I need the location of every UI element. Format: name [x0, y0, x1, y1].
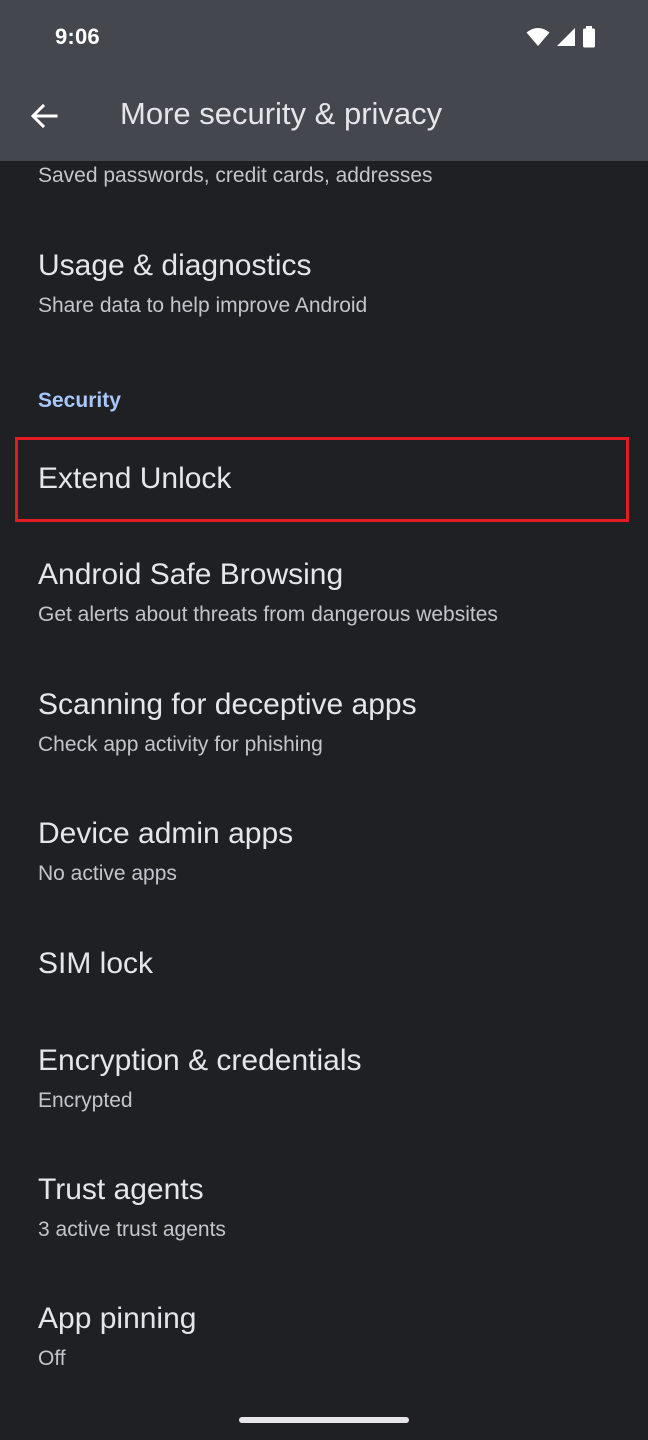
list-item-device-admin[interactable]: Device admin apps No active apps — [0, 782, 648, 912]
item-subtitle: Encrypted — [38, 1089, 133, 1112]
item-subtitle: Off — [38, 1347, 66, 1370]
list-item-app-pinning[interactable]: App pinning Off — [0, 1272, 648, 1402]
wifi-icon — [526, 27, 550, 47]
item-title: Usage & diagnostics — [38, 249, 312, 282]
item-title: Encryption & credentials — [38, 1044, 362, 1077]
item-title: Extend Unlock — [38, 462, 232, 495]
list-item-deceptive-apps[interactable]: Scanning for deceptive apps Check app ac… — [0, 652, 648, 782]
status-time: 9:06 — [55, 24, 100, 49]
list-item-extend-unlock[interactable]: Extend Unlock — [0, 437, 648, 522]
list-item-trust-agents[interactable]: Trust agents 3 active trust agents — [0, 1142, 648, 1272]
item-title: SIM lock — [38, 947, 154, 980]
item-title: Android Safe Browsing — [38, 558, 344, 591]
item-title: App pinning — [38, 1302, 197, 1335]
list-item-saved-info[interactable]: Saved passwords, credit cards, addresses — [0, 161, 648, 217]
item-subtitle: Saved passwords, credit cards, addresses — [38, 164, 433, 187]
arrow-left-icon — [30, 102, 58, 135]
item-subtitle: 3 active trust agents — [38, 1218, 226, 1241]
page-title: More security & privacy — [120, 96, 443, 131]
item-subtitle: Check app activity for phishing — [38, 733, 323, 756]
gesture-nav-handle[interactable] — [239, 1417, 409, 1423]
list-item-encryption[interactable]: Encryption & credentials Encrypted — [0, 1012, 648, 1142]
list-item-usage-diagnostics[interactable]: Usage & diagnostics Share data to help i… — [0, 217, 648, 347]
list-item-sim-lock[interactable]: SIM lock — [0, 912, 648, 1012]
list-item-safe-browsing[interactable]: Android Safe Browsing Get alerts about t… — [0, 522, 648, 652]
back-button[interactable] — [22, 96, 66, 140]
item-subtitle: Get alerts about threats from dangerous … — [38, 603, 498, 626]
item-subtitle: No active apps — [38, 862, 177, 885]
cell-signal-icon — [556, 27, 576, 47]
settings-list[interactable]: Saved passwords, credit cards, addresses… — [0, 161, 648, 1440]
item-title: Scanning for deceptive apps — [38, 688, 417, 721]
top-app-bar: 9:06 More security & privacy — [0, 0, 648, 161]
item-title: Device admin apps — [38, 817, 294, 850]
item-subtitle: Share data to help improve Android — [38, 294, 368, 317]
section-header-security: Security — [38, 389, 121, 412]
battery-icon — [582, 26, 596, 48]
item-title: Trust agents — [38, 1173, 204, 1206]
status-icons — [526, 25, 596, 49]
